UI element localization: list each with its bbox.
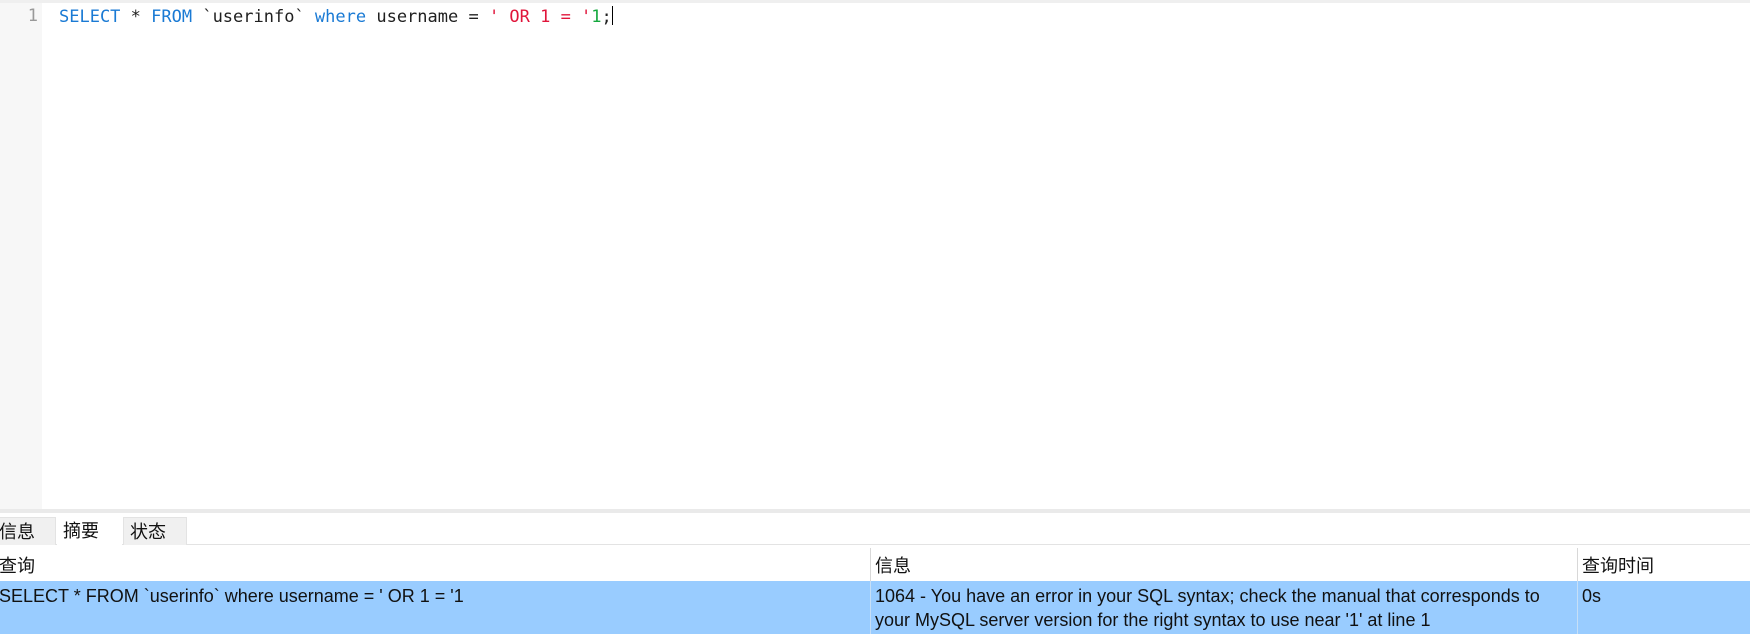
tab-info-label: 信息	[0, 522, 35, 542]
code-token: `userinfo`	[192, 7, 315, 27]
code-line[interactable]: SELECT * FROM `userinfo` where username …	[59, 6, 613, 28]
column-header-message[interactable]: 信息	[870, 548, 1577, 581]
summary-grid: 查询 信息 查询时间 SELECT * FROM `userinfo` wher…	[0, 548, 1750, 636]
tab-summary[interactable]: 摘要	[57, 517, 122, 545]
cell-query[interactable]: SELECT * FROM `userinfo` where username …	[0, 581, 871, 634]
tab-info[interactable]: 信息	[0, 517, 56, 545]
tab-status-label: 状态	[130, 522, 166, 542]
tab-summary-label: 摘要	[63, 521, 99, 541]
cell-query-time[interactable]: 0s	[1577, 581, 1750, 634]
code-token: username =	[366, 7, 489, 27]
code-token: FROM	[151, 7, 193, 27]
result-tabs: 信息 摘要 状态	[0, 513, 1750, 545]
code-token: *	[120, 7, 152, 27]
table-row[interactable]: SELECT * FROM `userinfo` where username …	[0, 581, 1750, 634]
text-caret	[611, 6, 613, 25]
code-token: ;	[601, 7, 612, 27]
sql-editor[interactable]: 1 SELECT * FROM `userinfo` where usernam…	[0, 0, 1750, 511]
code-token: ' OR 1 = '	[488, 7, 592, 27]
sql-query-window: 1 SELECT * FROM `userinfo` where usernam…	[0, 0, 1750, 636]
column-header-query-time[interactable]: 查询时间	[1577, 548, 1750, 581]
column-header-query[interactable]: 查询	[0, 548, 871, 581]
code-token: SELECT	[59, 7, 121, 27]
tab-status[interactable]: 状态	[123, 517, 187, 545]
code-token: 1	[591, 7, 602, 27]
cell-message[interactable]: 1064 - You have an error in your SQL syn…	[870, 581, 1577, 634]
code-token: where	[314, 7, 367, 27]
line-number: 1	[27, 6, 38, 26]
grid-header: 查询 信息 查询时间	[0, 548, 1750, 581]
line-number-gutter: 1	[0, 3, 42, 511]
